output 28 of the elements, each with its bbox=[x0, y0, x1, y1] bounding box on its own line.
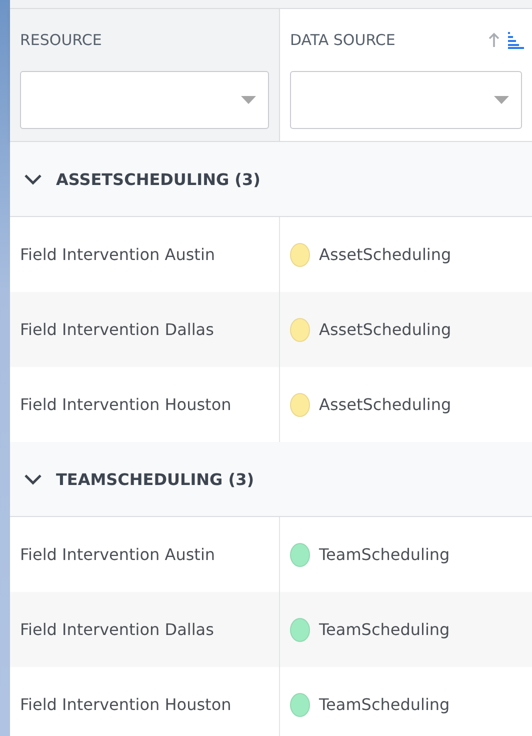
table-cell: AssetScheduling bbox=[319, 395, 452, 414]
table-cell: AssetScheduling bbox=[319, 320, 452, 339]
table-cell: TeamScheduling bbox=[319, 695, 450, 714]
column-header[interactable]: DATA SOURCE bbox=[280, 9, 532, 141]
table-cell: Field Intervention Austin bbox=[20, 545, 216, 564]
sort-arrow-icon[interactable] bbox=[488, 32, 500, 48]
group-header-row[interactable]: ASSETSCHEDULING (3) bbox=[10, 142, 532, 217]
group-title: ASSETSCHEDULING (3) bbox=[56, 170, 260, 188]
group-header-row[interactable]: TEAMSCHEDULING (3) bbox=[10, 442, 532, 517]
table-cell: Field Intervention Dallas bbox=[20, 320, 214, 339]
column-header[interactable]: RESOURCE bbox=[10, 9, 280, 141]
sort-order-icon[interactable] bbox=[508, 32, 524, 48]
chevron-icon bbox=[24, 174, 42, 184]
filter-dropdown[interactable] bbox=[290, 71, 522, 129]
table-cell: Field Intervention Houston bbox=[20, 695, 232, 714]
filter-dropdown[interactable] bbox=[20, 71, 269, 129]
chevron-icon bbox=[24, 474, 42, 484]
column-title: RESOURCE bbox=[20, 31, 102, 49]
group-title: TEAMSCHEDULING (3) bbox=[56, 470, 254, 488]
table-cell: TeamScheduling bbox=[319, 545, 450, 564]
table-cell: Field Intervention Austin bbox=[20, 245, 216, 264]
table-cell: TeamScheduling bbox=[319, 620, 450, 639]
table-cell: Field Intervention Houston bbox=[20, 395, 232, 414]
column-title: DATA SOURCE bbox=[290, 31, 396, 49]
caret-icon bbox=[494, 96, 509, 104]
table-cell: AssetScheduling bbox=[319, 245, 452, 264]
table-cell: Field Intervention Dallas bbox=[20, 620, 214, 639]
caret-icon bbox=[241, 96, 256, 104]
